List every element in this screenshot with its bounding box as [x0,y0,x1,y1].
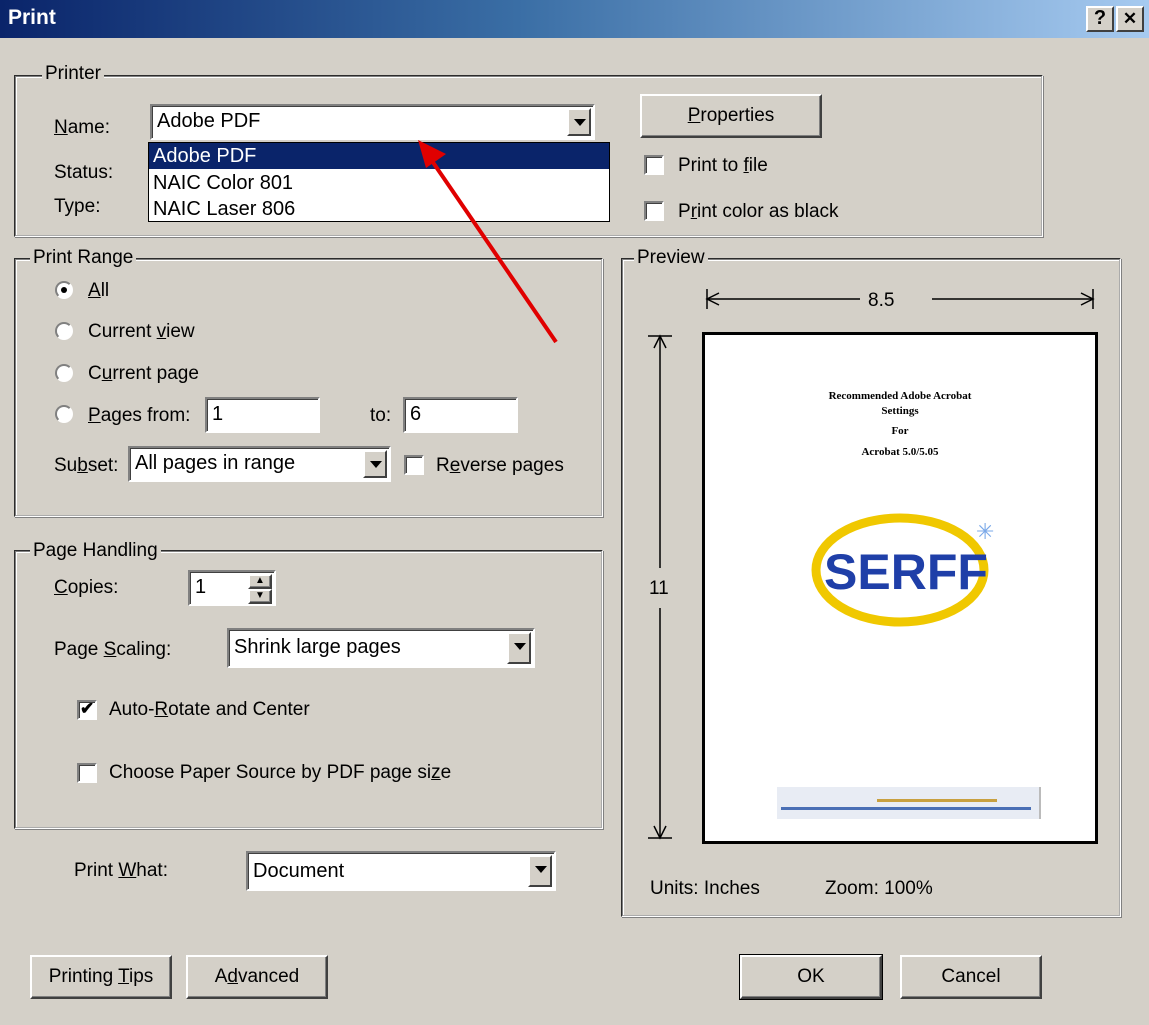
pages-to-label: to: [370,405,392,426]
copies-label: Copies: [54,577,119,598]
width-dimension-arrow [705,289,1095,309]
print-to-file-checkbox[interactable] [644,155,664,175]
subset-label: Subset: [54,455,119,476]
reverse-pages-checkbox[interactable] [404,455,424,475]
print-range-legend: Print Range [30,248,137,268]
radio-current-page-label: Current page [88,363,199,384]
paper-source-label: Choose Paper Source by PDF page size [109,762,452,783]
auto-rotate-label: Auto-Rotate and Center [109,699,310,720]
radio-current-view[interactable] [55,322,73,340]
preview-footer-banner [777,787,1041,819]
height-label: 11 [649,578,669,599]
radio-all-label: All [88,280,110,301]
serff-logo-text: SERFF [824,544,988,600]
close-icon: ✕ [1122,9,1138,28]
print-what-label: Print What: [74,860,168,881]
stepper-down-icon[interactable]: ▼ [248,589,272,604]
pages-to-input[interactable]: 6 [403,397,518,433]
chevron-down-icon[interactable] [528,855,552,887]
ok-button[interactable]: OK [739,954,883,1000]
preview-doc-title-2: Settings [881,405,919,417]
paper-source-checkbox[interactable] [77,763,97,783]
serff-logo-icon: SERFF ✳ [811,513,994,627]
advanced-button[interactable]: Advanced [186,955,328,999]
copies-stepper[interactable]: 1 ▲ ▼ [188,570,276,606]
width-label: 8.5 [868,290,895,311]
preview-doc-title-3: For [891,425,909,437]
radio-pages[interactable] [55,405,73,423]
preview-legend: Preview [634,248,708,268]
printer-status-label: Status: [54,162,114,183]
subset-select[interactable]: All pages in range [128,446,391,482]
print-what-select[interactable]: Document [246,851,556,891]
auto-rotate-checkbox[interactable] [77,699,97,720]
print-to-file-label: Print to file [678,155,768,176]
annotation-arrow-icon [418,140,558,344]
pages-from-label: Pages from: [88,405,191,426]
printer-type-label: Type: [54,196,101,217]
page-handling-legend: Page Handling [30,541,161,561]
page-preview: Recommended Adobe Acrobat Settings For A… [702,332,1098,844]
page-scaling-select[interactable]: Shrink large pages [227,628,535,668]
chevron-down-icon[interactable] [363,450,387,478]
print-color-black-checkbox[interactable] [644,201,664,221]
properties-button[interactable]: Properties [640,94,822,138]
units-label: Units: Inches [650,878,760,899]
printing-tips-button[interactable]: Printing Tips [30,955,172,999]
zoom-label: Zoom: 100% [825,878,933,899]
reverse-pages-label: Reverse pages [436,455,564,476]
pages-from-input[interactable]: 1 [205,397,320,433]
preview-doc-title-4: Acrobat 5.0/5.05 [861,446,939,458]
title-bar[interactable]: Print ? ✕ [0,0,1149,38]
radio-current-page[interactable] [55,364,73,382]
help-button[interactable]: ? [1086,6,1114,32]
radio-current-view-label: Current view [88,321,195,342]
cancel-button[interactable]: Cancel [900,955,1042,999]
chevron-down-icon[interactable] [507,632,531,664]
stepper-up-icon[interactable]: ▲ [248,574,272,589]
preview-doc-title-1: Recommended Adobe Acrobat [828,390,972,402]
page-scaling-label: Page Scaling: [54,639,172,660]
radio-all[interactable] [55,281,73,299]
svg-text:✳: ✳ [976,520,994,545]
close-button[interactable]: ✕ [1116,6,1144,32]
window-title: Print [8,6,56,29]
printer-legend: Printer [42,64,104,84]
print-color-black-label: Print color as black [678,201,839,222]
printer-name-label: Name: [54,117,110,138]
